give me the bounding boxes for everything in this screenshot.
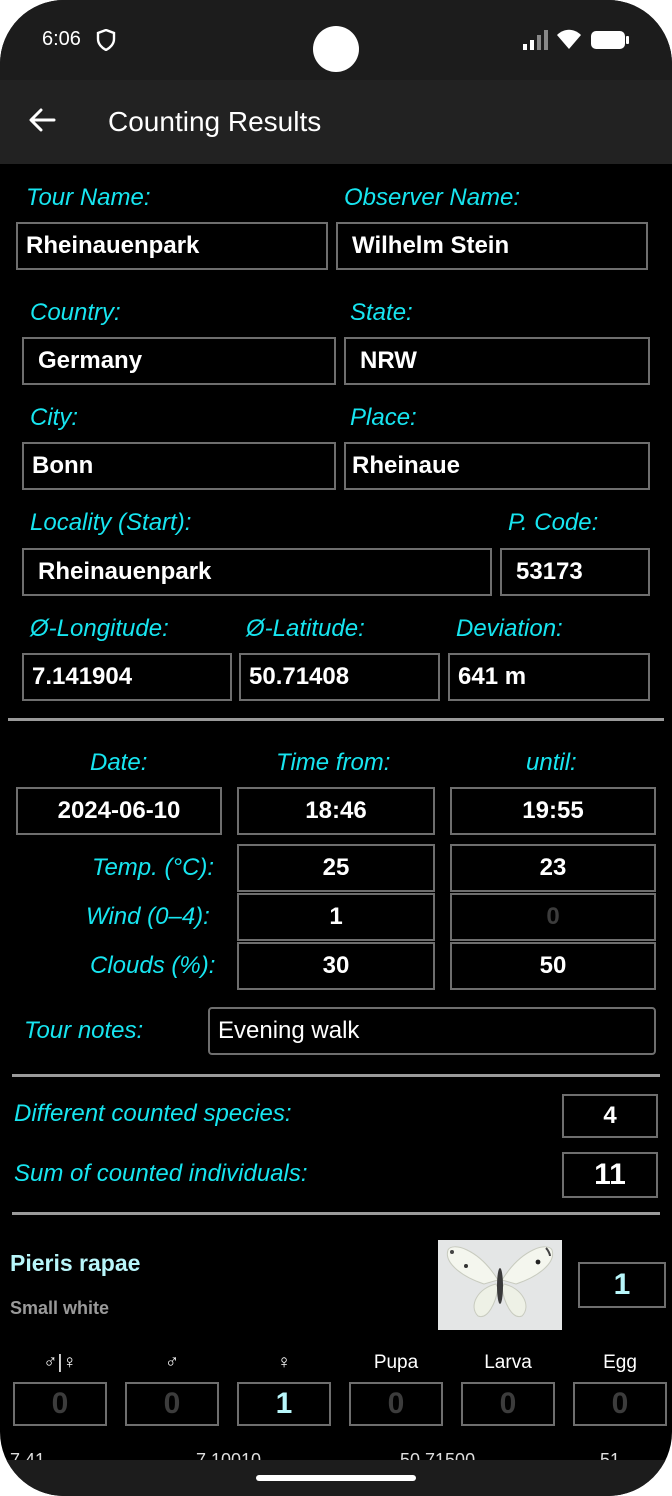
navigation-bar <box>0 1460 672 1496</box>
stage-label: ♂|♀ <box>43 1352 77 1373</box>
battery-icon <box>591 31 629 49</box>
stage-label: Larva <box>484 1352 532 1373</box>
status-bar: 6:06 <box>0 0 672 80</box>
species-scientific-name: Pieris rapae <box>10 1250 141 1276</box>
butterfly-photo[interactable] <box>438 1240 562 1330</box>
camera-cutout <box>313 26 359 72</box>
stage-count-male-female[interactable]: 0 <box>13 1382 107 1426</box>
wifi-icon <box>557 29 581 49</box>
species-common-name: Small white <box>10 1298 110 1318</box>
back-arrow-icon[interactable] <box>26 104 58 136</box>
page-title: Counting Results <box>108 106 322 137</box>
app-bar: Counting Results <box>0 80 672 164</box>
butterfly-image <box>438 1240 562 1330</box>
stage-count-male[interactable]: 0 <box>125 1382 219 1426</box>
status-time: 6:06 <box>42 28 81 50</box>
shield-icon <box>96 29 116 51</box>
phone-screen: 6:06 Counting Results Tour Name: Observe… <box>0 0 672 1496</box>
signal-icon <box>523 30 548 50</box>
stage-label: ♂ <box>164 1352 180 1373</box>
stage-count-female[interactable]: 1 <box>237 1382 331 1426</box>
species-total[interactable]: 1 <box>578 1262 666 1308</box>
stage-label: ♀ <box>276 1352 292 1373</box>
stage-count-pupa[interactable]: 0 <box>349 1382 443 1426</box>
species-card[interactable]: Pieris rapae Small white 1 ♂|♀ ♂ ♀ Pupa … <box>0 164 672 1466</box>
stage-count-larva[interactable]: 0 <box>461 1382 555 1426</box>
stage-label: Pupa <box>373 1352 419 1373</box>
home-indicator[interactable] <box>256 1475 416 1481</box>
stage-count-egg[interactable]: 0 <box>573 1382 667 1426</box>
stage-label: Egg <box>603 1352 637 1373</box>
